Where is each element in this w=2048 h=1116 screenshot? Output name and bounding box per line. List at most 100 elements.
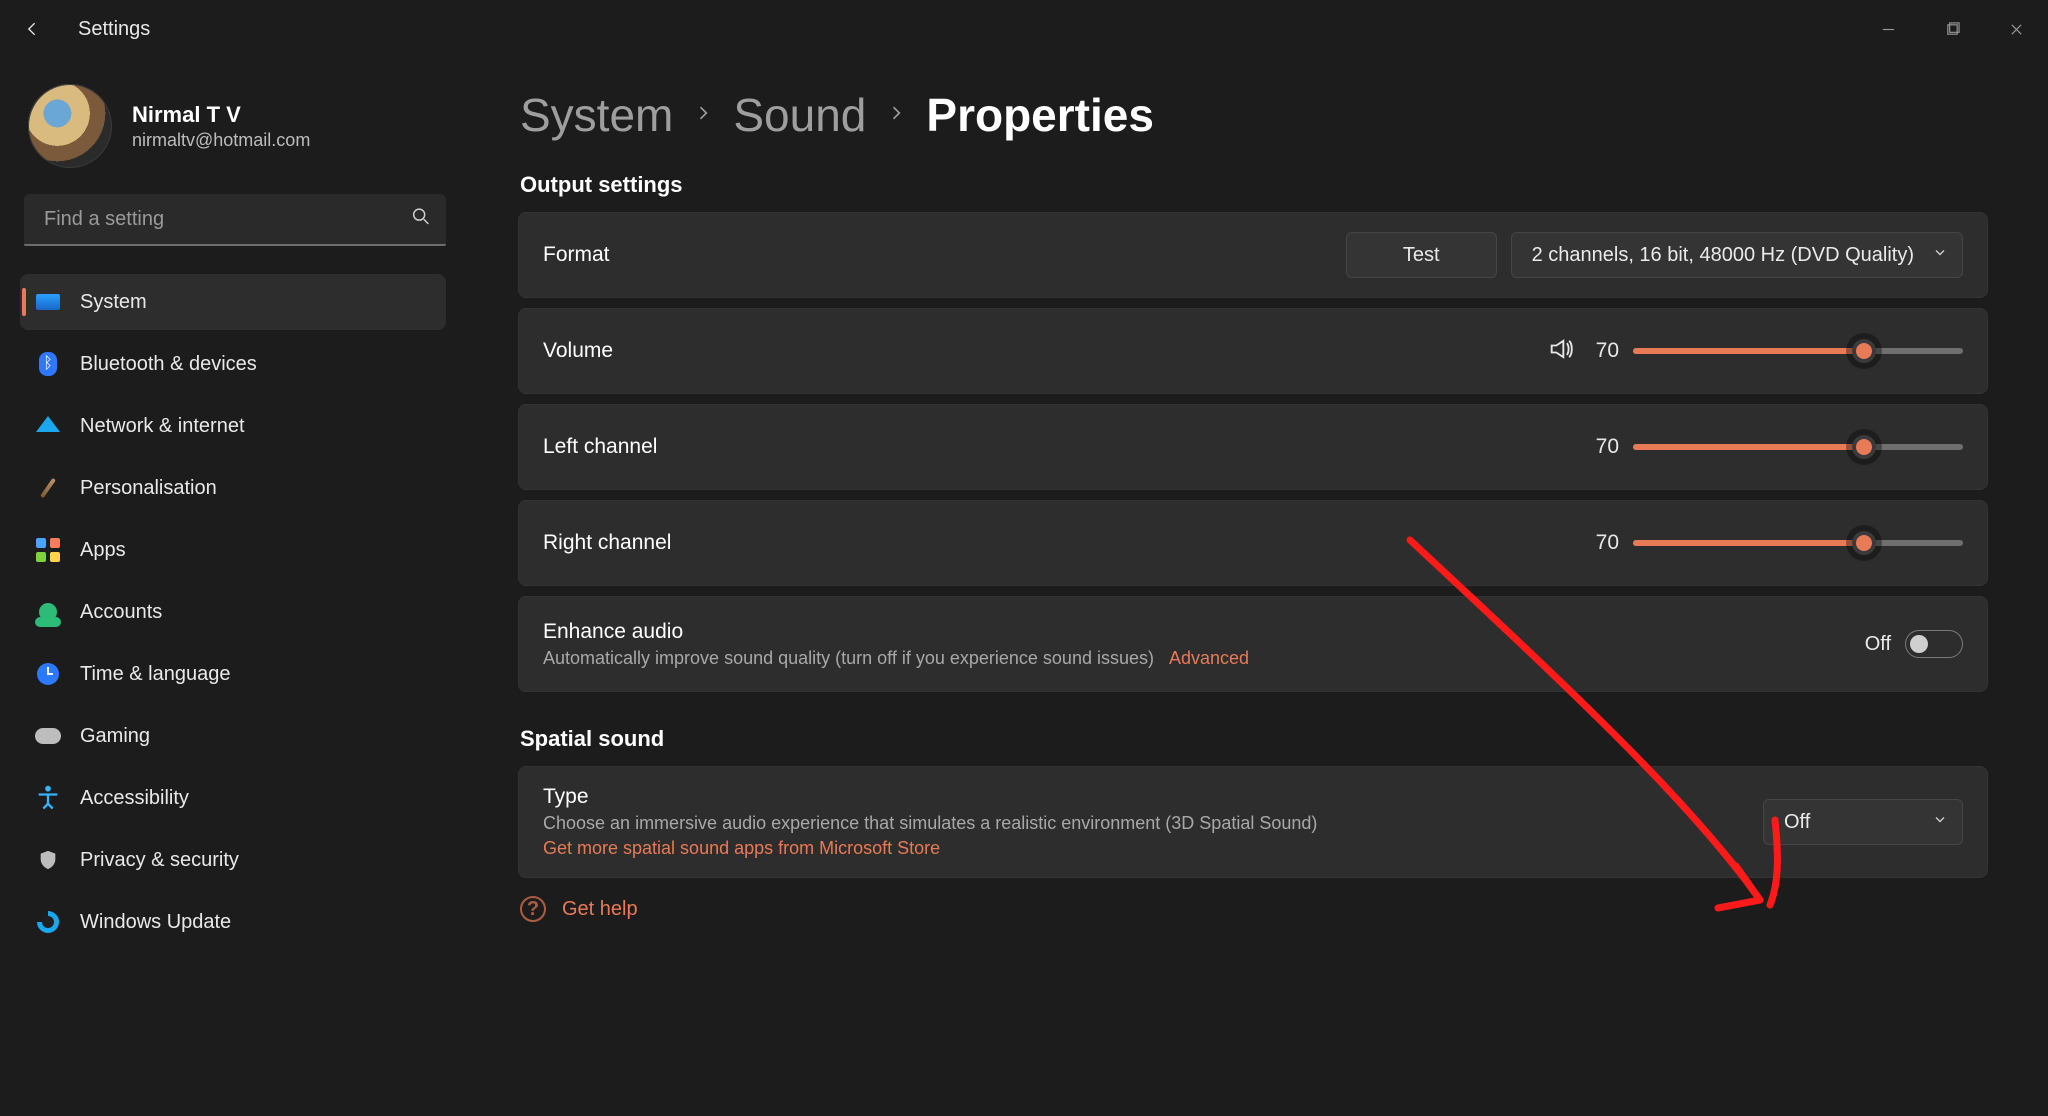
avatar <box>28 84 112 168</box>
row-format: Format Test 2 channels, 16 bit, 48000 Hz… <box>518 212 1988 298</box>
sidebar-item-label: Accessibility <box>80 787 189 810</box>
sidebar-item-label: Network & internet <box>80 415 245 438</box>
format-label: Format <box>543 243 610 267</box>
format-select[interactable]: 2 channels, 16 bit, 48000 Hz (DVD Qualit… <box>1511 232 1963 278</box>
monitor-icon <box>34 288 62 316</box>
user-email: nirmaltv@hotmail.com <box>132 130 310 151</box>
wifi-icon <box>34 412 62 440</box>
sidebar-item-gaming[interactable]: Gaming <box>20 708 446 764</box>
title-bar: Settings <box>0 0 2048 58</box>
sidebar-item-personalisation[interactable]: Personalisation <box>20 460 446 516</box>
sidebar-item-label: Apps <box>80 539 126 562</box>
format-test-button[interactable]: Test <box>1346 232 1497 278</box>
shield-icon <box>34 846 62 874</box>
enhance-audio-sub: Automatically improve sound quality (tur… <box>543 648 1249 669</box>
slider-fill <box>1633 444 1864 450</box>
help-icon: ? <box>520 896 546 922</box>
brush-icon <box>34 474 62 502</box>
search-box[interactable] <box>24 194 446 246</box>
enhance-toggle-state: Off <box>1865 633 1891 656</box>
breadcrumb-sound[interactable]: Sound <box>733 88 866 142</box>
enhance-audio-label: Enhance audio <box>543 620 1249 644</box>
row-enhance-audio: Enhance audio Automatically improve soun… <box>518 596 1988 692</box>
left-channel-label: Left channel <box>543 435 657 459</box>
user-name: Nirmal T V <box>132 102 310 128</box>
sidebar-item-label: Bluetooth & devices <box>80 353 257 376</box>
slider-thumb[interactable] <box>1852 531 1876 555</box>
sidebar-item-apps[interactable]: Apps <box>20 522 446 578</box>
speaker-icon[interactable] <box>1547 335 1575 368</box>
sidebar-item-accessibility[interactable]: Accessibility <box>20 770 446 826</box>
close-icon <box>2009 22 2024 37</box>
main-content: System Sound Properties Output settings … <box>470 58 2048 1116</box>
right-channel-label: Right channel <box>543 531 671 555</box>
bluetooth-icon: ᛒ <box>34 350 62 378</box>
breadcrumb-properties: Properties <box>926 88 1154 142</box>
enhance-toggle[interactable] <box>1905 630 1963 658</box>
sidebar-item-accounts[interactable]: Accounts <box>20 584 446 640</box>
sidebar-nav: System ᛒ Bluetooth & devices Network & i… <box>20 274 446 950</box>
sidebar-item-bluetooth[interactable]: ᛒ Bluetooth & devices <box>20 336 446 392</box>
spatial-store-link[interactable]: Get more spatial sound apps from Microso… <box>543 838 940 859</box>
slider-thumb[interactable] <box>1852 435 1876 459</box>
window-controls <box>1856 0 2048 58</box>
left-channel-value: 70 <box>1589 435 1619 459</box>
back-button[interactable] <box>18 14 48 44</box>
sidebar-item-label: Gaming <box>80 725 150 748</box>
spatial-type-select[interactable]: Off <box>1763 799 1963 845</box>
sidebar-item-label: System <box>80 291 147 314</box>
format-select-value: 2 channels, 16 bit, 48000 Hz (DVD Qualit… <box>1532 244 1914 267</box>
enhance-advanced-link[interactable]: Advanced <box>1169 648 1249 668</box>
window-maximize-button[interactable] <box>1920 0 1984 58</box>
search-icon <box>410 206 432 233</box>
accessibility-icon <box>34 784 62 812</box>
row-right-channel: Right channel 70 <box>518 500 1988 586</box>
user-card[interactable]: Nirmal T V nirmaltv@hotmail.com <box>28 84 446 168</box>
volume-label: Volume <box>543 339 613 363</box>
get-help-label: Get help <box>562 898 638 921</box>
clock-icon <box>34 660 62 688</box>
maximize-icon <box>1945 22 1960 37</box>
breadcrumb: System Sound Properties <box>520 88 1988 142</box>
left-channel-slider[interactable] <box>1633 444 1963 450</box>
arrow-left-icon <box>23 19 43 39</box>
sidebar-item-system[interactable]: System <box>20 274 446 330</box>
slider-fill <box>1633 540 1864 546</box>
sidebar-item-label: Privacy & security <box>80 849 239 872</box>
sidebar-item-time[interactable]: Time & language <box>20 646 446 702</box>
search-input[interactable] <box>42 207 394 232</box>
user-icon <box>34 598 62 626</box>
volume-value: 70 <box>1589 339 1619 363</box>
row-left-channel: Left channel 70 <box>518 404 1988 490</box>
chevron-right-icon <box>886 103 906 128</box>
spatial-type-value: Off <box>1784 811 1810 834</box>
section-title-output: Output settings <box>520 172 1988 198</box>
row-spatial-type: Type Choose an immersive audio experienc… <box>518 766 1988 878</box>
sidebar-item-label: Time & language <box>80 663 230 686</box>
sidebar-item-privacy[interactable]: Privacy & security <box>20 832 446 888</box>
spatial-type-sub: Choose an immersive audio experience tha… <box>543 813 1317 834</box>
chevron-down-icon <box>1932 811 1948 834</box>
sidebar-item-label: Windows Update <box>80 911 231 934</box>
window-minimize-button[interactable] <box>1856 0 1920 58</box>
section-title-spatial: Spatial sound <box>520 726 1988 752</box>
spatial-type-label: Type <box>543 785 1317 809</box>
sidebar-item-update[interactable]: Windows Update <box>20 894 446 950</box>
row-volume: Volume 70 <box>518 308 1988 394</box>
breadcrumb-system[interactable]: System <box>520 88 673 142</box>
gamepad-icon <box>34 722 62 750</box>
slider-fill <box>1633 348 1864 354</box>
update-icon <box>34 908 62 936</box>
sidebar-item-network[interactable]: Network & internet <box>20 398 446 454</box>
get-help-link[interactable]: ? Get help <box>520 896 1986 922</box>
right-channel-value: 70 <box>1589 531 1619 555</box>
toggle-knob <box>1910 635 1928 653</box>
slider-thumb[interactable] <box>1852 339 1876 363</box>
chevron-right-icon <box>693 103 713 128</box>
volume-slider[interactable] <box>1633 348 1963 354</box>
chevron-down-icon <box>1932 244 1948 267</box>
apps-icon <box>34 536 62 564</box>
window-close-button[interactable] <box>1984 0 2048 58</box>
app-title: Settings <box>78 18 150 41</box>
right-channel-slider[interactable] <box>1633 540 1963 546</box>
